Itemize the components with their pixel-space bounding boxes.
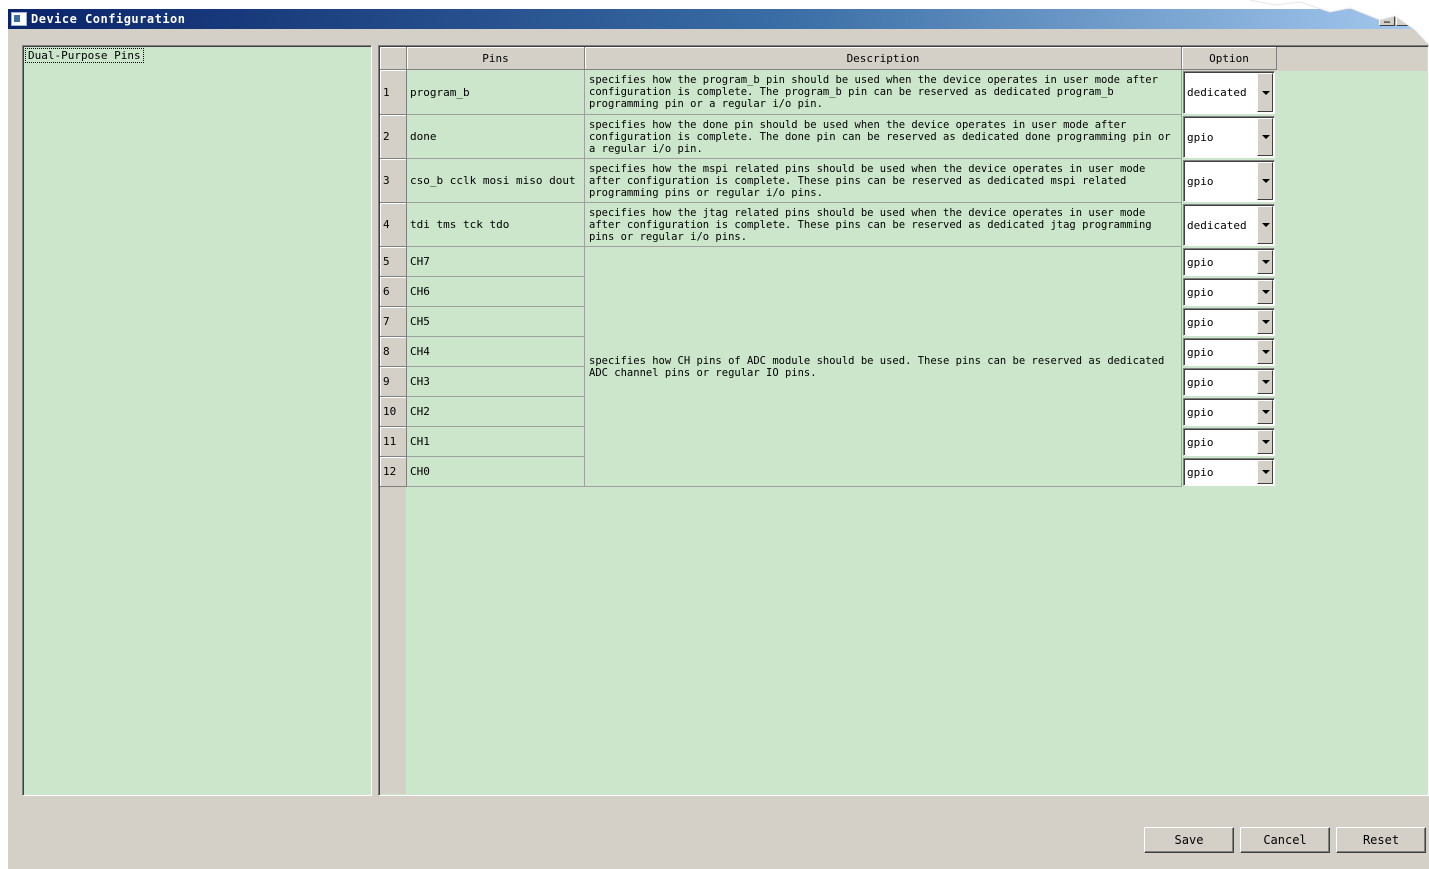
option-value: gpio — [1187, 345, 1214, 359]
app-icon — [11, 12, 27, 26]
pin-label: done — [410, 130, 437, 143]
pin-config-grid[interactable]: Pins Description Option 1 program_b spec… — [378, 45, 1429, 796]
option-value: gpio — [1187, 435, 1214, 449]
ch-description-cell: specifies how CH pins of ADC module shou… — [585, 247, 1182, 487]
maximize-button[interactable]: □ — [1396, 11, 1412, 26]
pin-label: CH1 — [410, 435, 430, 448]
column-header-pins[interactable]: Pins — [407, 47, 585, 70]
minimize-button[interactable]: _ — [1379, 11, 1395, 26]
option-value: dedicated — [1187, 218, 1247, 232]
reset-button[interactable]: Reset — [1336, 827, 1426, 853]
description-cell: specifies how the jtag related pins shou… — [585, 203, 1182, 247]
save-button[interactable]: Save — [1144, 827, 1234, 853]
description-cell: specifies how the program_b pin should b… — [585, 70, 1182, 115]
chevron-down-icon[interactable] — [1257, 460, 1273, 484]
option-value: gpio — [1187, 174, 1214, 188]
pin-cell[interactable]: CH4 — [407, 337, 585, 367]
category-tree[interactable]: Dual-Purpose Pins — [22, 45, 372, 796]
option-select[interactable]: gpio — [1183, 278, 1275, 306]
option-value: gpio — [1187, 285, 1214, 299]
chevron-down-icon[interactable] — [1257, 162, 1273, 200]
option-select[interactable]: gpio — [1183, 338, 1275, 366]
pin-label: CH2 — [410, 405, 430, 418]
close-button[interactable]: × — [1413, 11, 1429, 26]
chevron-down-icon[interactable] — [1257, 340, 1273, 364]
row-number[interactable]: 1 — [380, 70, 407, 115]
row-number[interactable]: 2 — [380, 115, 407, 159]
option-select[interactable]: gpio — [1183, 398, 1275, 426]
device-configuration-window: Device Configuration _ □ × Dual-Purpose … — [8, 9, 1429, 869]
row-number[interactable]: 7 — [380, 307, 407, 337]
pin-label: tdi tms tck tdo — [410, 218, 510, 231]
pin-cell[interactable]: program_b — [407, 70, 585, 115]
chevron-down-icon[interactable] — [1257, 370, 1273, 394]
tree-item-dual-purpose-pins[interactable]: Dual-Purpose Pins — [25, 48, 144, 63]
row-number[interactable]: 3 — [380, 159, 407, 203]
option-value: gpio — [1187, 405, 1214, 419]
chevron-down-icon[interactable] — [1257, 280, 1273, 304]
option-value: gpio — [1187, 375, 1214, 389]
pin-label: CH5 — [410, 315, 430, 328]
chevron-down-icon[interactable] — [1257, 430, 1273, 454]
pin-cell[interactable]: CH2 — [407, 397, 585, 427]
pin-label: program_b — [410, 85, 470, 99]
description-cell: specifies how the done pin should be use… — [585, 115, 1182, 159]
pin-cell[interactable]: tdi tms tck tdo — [407, 203, 585, 247]
option-value: dedicated — [1187, 86, 1247, 99]
title-bar[interactable]: Device Configuration _ □ × — [8, 9, 1429, 29]
description-cell: specifies how the mspi related pins shou… — [585, 159, 1182, 203]
chevron-down-icon[interactable] — [1257, 250, 1273, 274]
option-select[interactable]: gpio — [1183, 160, 1275, 202]
chevron-down-icon[interactable] — [1257, 310, 1273, 334]
chevron-down-icon[interactable] — [1257, 206, 1273, 244]
row-number[interactable]: 9 — [380, 367, 407, 397]
pin-cell[interactable]: cso_b cclk mosi miso dout — [407, 159, 585, 203]
pin-label: CH3 — [410, 375, 430, 388]
row-number[interactable]: 6 — [380, 277, 407, 307]
pin-cell[interactable]: CH7 — [407, 247, 585, 277]
row-number[interactable]: 8 — [380, 337, 407, 367]
option-select[interactable]: gpio — [1183, 116, 1275, 158]
grid-corner — [380, 47, 407, 70]
pin-label: CH4 — [410, 345, 430, 358]
option-value: gpio — [1187, 465, 1214, 479]
chevron-down-icon[interactable] — [1257, 118, 1273, 156]
pin-label: CH0 — [410, 465, 430, 478]
column-header-description[interactable]: Description — [585, 47, 1182, 70]
pin-label: CH6 — [410, 285, 430, 298]
option-value: gpio — [1187, 315, 1214, 329]
row-number[interactable]: 4 — [380, 203, 407, 247]
pin-cell[interactable]: CH3 — [407, 367, 585, 397]
option-value: gpio — [1187, 255, 1214, 269]
pin-label: CH7 — [410, 255, 430, 268]
option-select[interactable]: gpio — [1183, 368, 1275, 396]
option-select[interactable]: dedicated — [1183, 204, 1275, 246]
pin-cell[interactable]: CH0 — [407, 457, 585, 487]
option-select[interactable]: gpio — [1183, 308, 1275, 336]
row-number[interactable]: 12 — [380, 457, 407, 487]
option-select[interactable]: gpio — [1183, 428, 1275, 456]
window-title: Device Configuration — [31, 12, 186, 26]
column-header-option[interactable]: Option — [1182, 47, 1277, 70]
cancel-button[interactable]: Cancel — [1240, 827, 1330, 853]
pin-cell[interactable]: done — [407, 115, 585, 159]
row-number[interactable]: 10 — [380, 397, 407, 427]
option-select[interactable]: gpio — [1183, 458, 1275, 486]
pin-label: cso_b cclk mosi miso dout — [410, 174, 576, 187]
option-value: gpio — [1187, 130, 1214, 144]
pin-cell[interactable]: CH1 — [407, 427, 585, 457]
chevron-down-icon[interactable] — [1257, 73, 1273, 112]
option-select[interactable]: gpio — [1183, 248, 1275, 276]
pin-cell[interactable]: CH5 — [407, 307, 585, 337]
option-select[interactable]: dedicated — [1183, 71, 1275, 114]
pin-cell[interactable]: CH6 — [407, 277, 585, 307]
row-number[interactable]: 5 — [380, 247, 407, 277]
row-number[interactable]: 11 — [380, 427, 407, 457]
chevron-down-icon[interactable] — [1257, 400, 1273, 424]
